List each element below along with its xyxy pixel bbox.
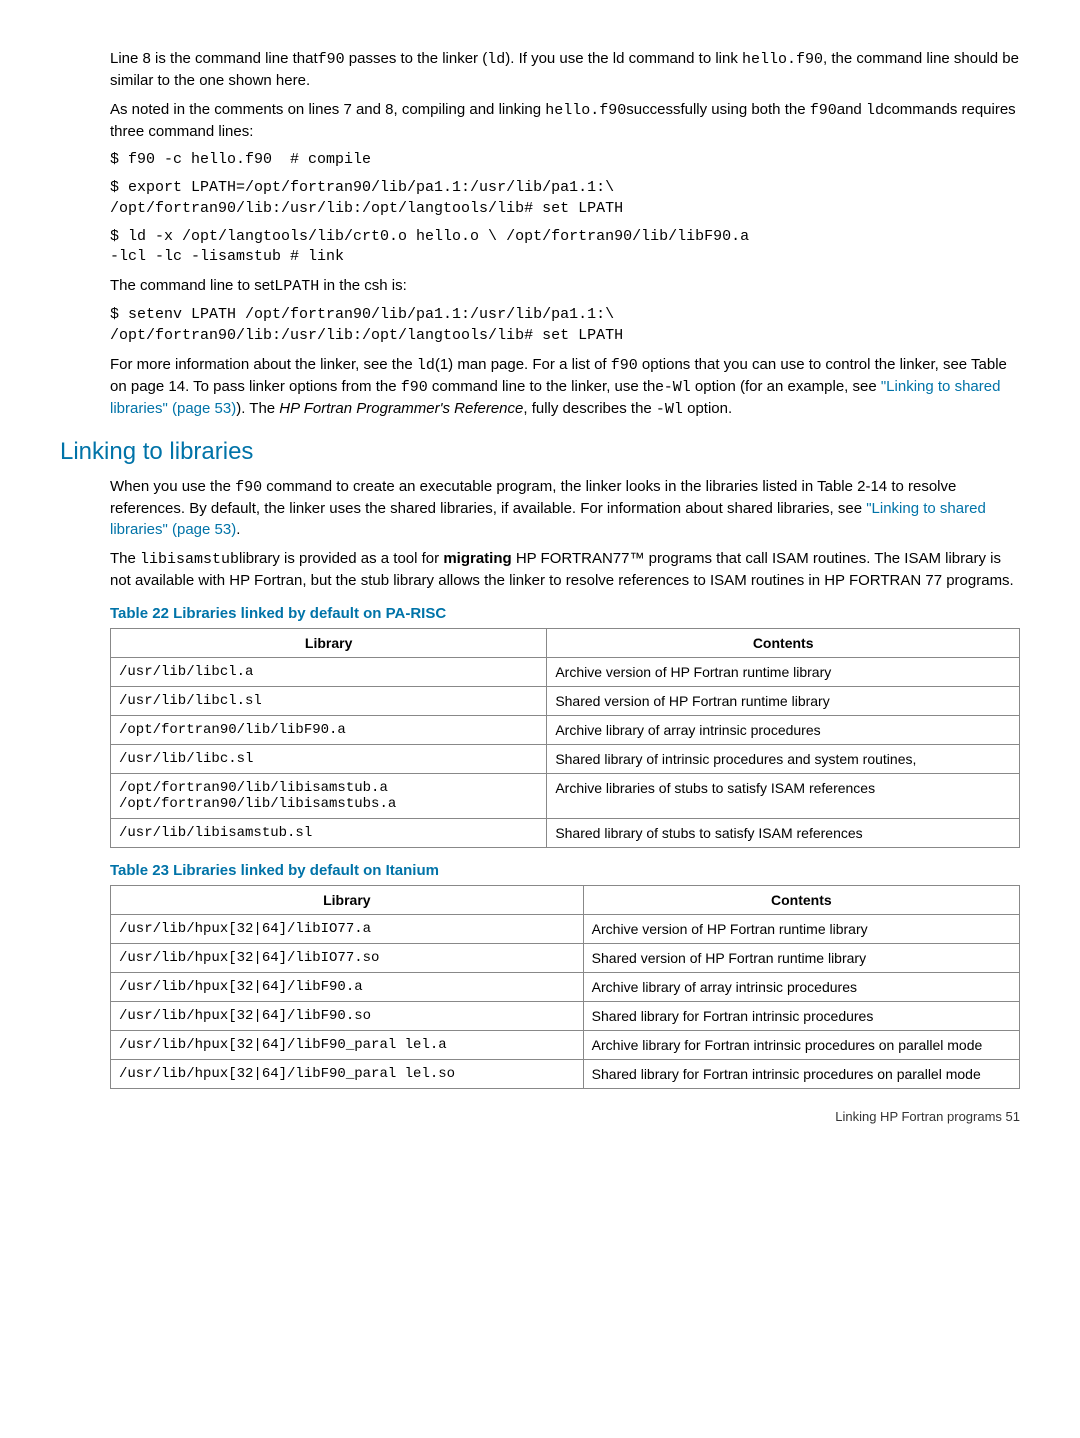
code-hello: hello.f90: [545, 102, 626, 119]
code-block-compile: $ f90 -c hello.f90 # compile: [110, 150, 1020, 170]
code-block-link: $ ld -x /opt/langtools/lib/crt0.o hello.…: [110, 227, 1020, 268]
page-footer: Linking HP Fortran programs 51: [110, 1109, 1020, 1124]
text: For more information about the linker, s…: [110, 356, 417, 373]
th-contents: Contents: [547, 628, 1020, 657]
paragraph-csh: The command line to setLPATH in the csh …: [110, 275, 1020, 297]
text: (1) man page. For a list of: [435, 356, 611, 373]
cell-library: /usr/lib/libisamstub.sl: [111, 818, 547, 847]
cell-library: /opt/fortran90/lib/libF90.a: [111, 715, 547, 744]
text: Line 8 is the command line that: [110, 50, 318, 67]
table-row: /usr/lib/hpux[32|64]/libF90.soShared lib…: [111, 1001, 1020, 1030]
code-block-export: $ export LPATH=/opt/fortran90/lib/pa1.1:…: [110, 178, 1020, 219]
text: command line to the linker, use the: [428, 378, 664, 395]
cell-contents: Archive library of array intrinsic proce…: [547, 715, 1020, 744]
cell-library: /usr/lib/hpux[32|64]/libF90.so: [111, 1001, 584, 1030]
cell-contents: Shared version of HP Fortran runtime lib…: [547, 686, 1020, 715]
cell-contents: Shared version of HP Fortran runtime lib…: [583, 943, 1019, 972]
cell-contents: Archive version of HP Fortran runtime li…: [583, 914, 1019, 943]
code-lpath: LPATH: [274, 278, 319, 295]
code-f90: f90: [235, 479, 262, 496]
th-contents: Contents: [583, 885, 1019, 914]
cell-library: /usr/lib/hpux[32|64]/libIO77.a: [111, 914, 584, 943]
paragraph-linker-info: For more information about the linker, s…: [110, 354, 1020, 420]
cell-contents: Archive library of array intrinsic proce…: [583, 972, 1019, 1001]
paragraph-f90-command: When you use the f90 command to create a…: [110, 476, 1020, 540]
table-row: /usr/lib/hpux[32|64]/libF90_paral lel.aA…: [111, 1030, 1020, 1059]
text: ). The: [236, 400, 279, 417]
reference-title: HP Fortran Programmer's Reference: [279, 400, 523, 417]
code-wl: -Wl: [664, 379, 691, 396]
cell-library: /usr/lib/hpux[32|64]/libIO77.so: [111, 943, 584, 972]
table-row: /opt/fortran90/lib/libisamstub.a /opt/fo…: [111, 773, 1020, 818]
paragraph-comments: As noted in the comments on lines 7 and …: [110, 99, 1020, 142]
code-f90: f90: [401, 379, 428, 396]
text: passes to the linker (: [345, 50, 488, 67]
code-ld: ld: [487, 51, 505, 68]
code-ld: ld: [866, 102, 884, 119]
text: library is provided as a tool for: [239, 550, 443, 567]
table-row: /usr/lib/hpux[32|64]/libIO77.soShared ve…: [111, 943, 1020, 972]
cell-contents: Archive library for Fortran intrinsic pr…: [583, 1030, 1019, 1059]
cell-library: /usr/lib/libc.sl: [111, 744, 547, 773]
code-f90: f90: [318, 51, 345, 68]
paragraph-line8: Line 8 is the command line thatf90 passe…: [110, 48, 1020, 91]
text: in the csh is:: [319, 277, 407, 294]
text: The: [110, 550, 140, 567]
code-f90: f90: [810, 102, 837, 119]
code-block-setenv: $ setenv LPATH /opt/fortran90/lib/pa1.1:…: [110, 305, 1020, 346]
section-heading-linking: Linking to libraries: [60, 438, 1020, 466]
table-row: /usr/lib/libisamstub.slShared library of…: [111, 818, 1020, 847]
text: option.: [683, 400, 732, 417]
cell-contents: Shared library of intrinsic procedures a…: [547, 744, 1020, 773]
cell-library: /usr/lib/libcl.sl: [111, 686, 547, 715]
table-22-parisc: Library Contents /usr/lib/libcl.aArchive…: [110, 628, 1020, 848]
table-row: /usr/lib/libcl.slShared version of HP Fo…: [111, 686, 1020, 715]
text: successfully using both the: [626, 101, 809, 118]
code-ld: ld: [417, 357, 435, 374]
text: As noted in the comments on lines 7 and …: [110, 101, 545, 118]
cell-contents: Archive version of HP Fortran runtime li…: [547, 657, 1020, 686]
cell-contents: Archive libraries of stubs to satisfy IS…: [547, 773, 1020, 818]
cell-library: /usr/lib/hpux[32|64]/libF90_paral lel.so: [111, 1059, 584, 1088]
code-hello: hello.f90: [742, 51, 823, 68]
table-row: /opt/fortran90/lib/libF90.aArchive libra…: [111, 715, 1020, 744]
text: ). If you use the ld command to link: [505, 50, 742, 67]
table-row: /usr/lib/hpux[32|64]/libF90_paral lel.so…: [111, 1059, 1020, 1088]
cell-contents: Shared library for Fortran intrinsic pro…: [583, 1001, 1019, 1030]
table-header-row: Library Contents: [111, 628, 1020, 657]
cell-library: /opt/fortran90/lib/libisamstub.a /opt/fo…: [111, 773, 547, 818]
table23-title: Table 23 Libraries linked by default on …: [110, 862, 1020, 879]
cell-contents: Shared library for Fortran intrinsic pro…: [583, 1059, 1019, 1088]
th-library: Library: [111, 885, 584, 914]
cell-library: /usr/lib/hpux[32|64]/libF90_paral lel.a: [111, 1030, 584, 1059]
cell-library: /usr/lib/libcl.a: [111, 657, 547, 686]
paragraph-libisamstub: The libisamstublibrary is provided as a …: [110, 548, 1020, 591]
code-libisamstub: libisamstub: [140, 551, 239, 568]
text: .: [236, 521, 240, 538]
table-row: /usr/lib/hpux[32|64]/libF90.aArchive lib…: [111, 972, 1020, 1001]
table22-title: Table 22 Libraries linked by default on …: [110, 605, 1020, 622]
code-f90: f90: [611, 357, 638, 374]
bold-migrating: migrating: [443, 550, 511, 567]
code-wl: -Wl: [656, 401, 683, 418]
table-row: /usr/lib/libc.slShared library of intrin…: [111, 744, 1020, 773]
text: When you use the: [110, 478, 235, 495]
table-row: /usr/lib/hpux[32|64]/libIO77.aArchive ve…: [111, 914, 1020, 943]
table-23-itanium: Library Contents /usr/lib/hpux[32|64]/li…: [110, 885, 1020, 1089]
text: and: [837, 101, 866, 118]
table-header-row: Library Contents: [111, 885, 1020, 914]
text: , fully describes the: [523, 400, 656, 417]
cell-contents: Shared library of stubs to satisfy ISAM …: [547, 818, 1020, 847]
text: The command line to set: [110, 277, 274, 294]
text: option (for an example, see: [691, 378, 881, 395]
table-row: /usr/lib/libcl.aArchive version of HP Fo…: [111, 657, 1020, 686]
th-library: Library: [111, 628, 547, 657]
cell-library: /usr/lib/hpux[32|64]/libF90.a: [111, 972, 584, 1001]
